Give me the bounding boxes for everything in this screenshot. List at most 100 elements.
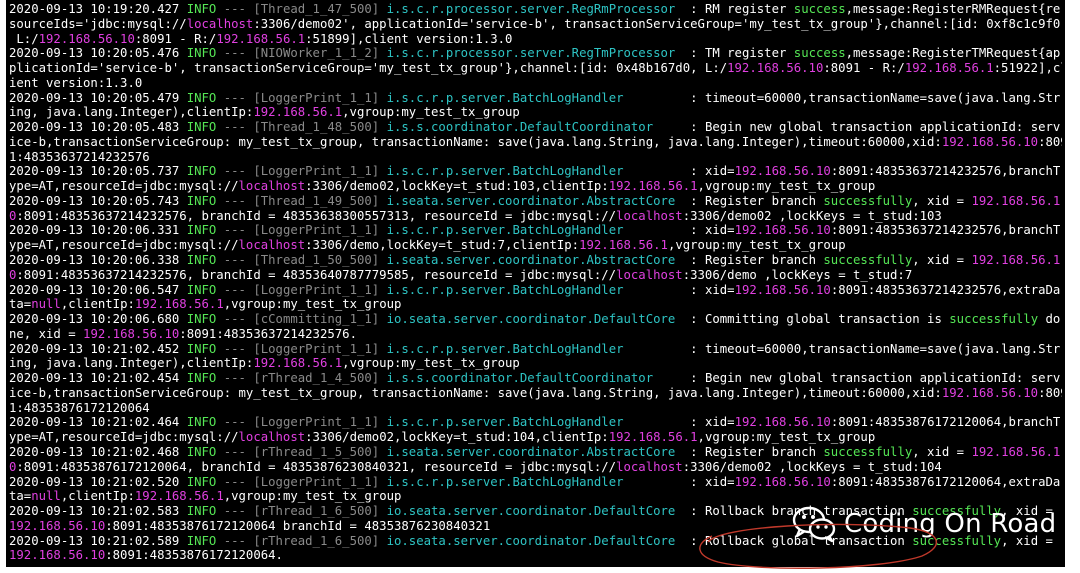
- log-message: :8091:48353637214232576, branchId = 4835…: [16, 267, 617, 282]
- log-highlight: 192.168.56.1: [971, 444, 1061, 459]
- log-highlight: 192.168.56.1: [579, 238, 668, 253]
- log-timestamp: 2020-09-13 10:20:05.743: [9, 193, 187, 208]
- log-success-text: success: [793, 2, 846, 16]
- log-highlight: 192.168.56.10: [734, 164, 831, 179]
- log-level: INFO: [186, 223, 217, 238]
- log-highlight: 192.168.56.1: [608, 430, 698, 445]
- log-line: ta=null,clientIp:192.168.56.1,vgroup:my_…: [9, 489, 1062, 504]
- log-line: sourceIds='jdbc:mysql://localhost:3306/d…: [9, 17, 1062, 32]
- log-message: ient version:1.3.0: [9, 75, 143, 90]
- log-line: 2020-09-13 10:20:05.476 INFO --- [NIOWor…: [9, 46, 1062, 61]
- log-highlight: 192.168.56.1: [216, 31, 306, 46]
- log-line: 2020-09-13 10:21:02.468 INFO --- [rThrea…: [9, 445, 1062, 460]
- log-timestamp: 2020-09-13 10:20:06.338: [9, 253, 187, 268]
- log-thread: --- [cCommitting_1_1]: [216, 312, 387, 327]
- log-logger-class: i.s.c.r.p.server.BatchLogHandler: [386, 282, 624, 297]
- log-line: 0:8091:48353637214232576, branchId = 483…: [9, 209, 1062, 224]
- log-line: 1:48353876172120064: [9, 401, 1062, 416]
- log-message: :8091 - R:/: [823, 61, 905, 76]
- log-line: 192.168.56.10:8091:48353876172120064.: [9, 548, 1062, 563]
- log-highlight: 192.168.56.1: [253, 356, 343, 371]
- log-message: :8091:48353876172120064 branchId = 48353…: [105, 518, 491, 533]
- log-logger-class: i.s.s.coordinator.DefaultCoordinator: [386, 120, 654, 135]
- log-logger-class: i.seata.server.coordinator.AbstractCore: [386, 444, 676, 459]
- log-message: :8091:48353637214232576.: [179, 326, 357, 341]
- log-thread: --- [rThread_1_6_500]: [216, 533, 387, 548]
- log-message: : timeout=60000,transactionName=save(jav…: [623, 341, 1061, 356]
- log-level: INFO: [186, 415, 217, 430]
- log-message: :8091 - R:/: [134, 31, 217, 46]
- log-message: ype=AT,resourceId=jdbc:mysql://: [9, 179, 239, 194]
- log-line: plicationId='service-b', transactionServ…: [9, 61, 1062, 76]
- log-level: INFO: [186, 2, 217, 16]
- log-logger-class: i.s.c.r.p.server.BatchLogHandler: [386, 223, 624, 238]
- log-message: : Begin new global transaction applicati…: [653, 120, 1061, 135]
- log-line: ice-b,transactionServiceGroup: my_test_t…: [9, 135, 1062, 150]
- log-line: 2020-09-13 10:20:06.680 INFO --- [cCommi…: [9, 312, 1062, 327]
- log-logger-class: io.seata.server.coordinator.DefaultCore: [386, 312, 676, 327]
- log-timestamp: 2020-09-13 10:20:05.479: [9, 90, 187, 105]
- log-message: : Committing global transaction is: [675, 312, 950, 327]
- log-message: :51899],client version:1.3.0: [305, 31, 513, 46]
- log-message: :3306/demo02,lockKey=t_stud:104,clientIp…: [305, 430, 609, 445]
- log-thread: --- [rThread_1_5_500]: [216, 444, 387, 459]
- terminal-output[interactable]: 2020-09-13 10:19:20.427 INFO --- [Thread…: [6, 0, 1065, 567]
- log-timestamp: 2020-09-13 10:21:02.452: [9, 341, 187, 356]
- log-highlight: 192.168.56.1: [253, 105, 343, 120]
- log-message: plicationId='service-b', transactionServ…: [9, 61, 728, 76]
- log-logger-class: i.s.c.r.p.server.BatchLogHandler: [386, 90, 624, 105]
- log-line: ient version:1.3.0: [9, 76, 1062, 91]
- log-highlight: localhost: [238, 430, 306, 445]
- log-line: 2020-09-13 10:19:20.427 INFO --- [Thread…: [9, 2, 1062, 17]
- log-message: :8091:48353876172120064,branchT: [830, 415, 1061, 430]
- log-thread: --- [Thread_1_47_500]: [216, 2, 387, 16]
- log-line: 2020-09-13 10:20:06.338 INFO --- [Thread…: [9, 253, 1062, 268]
- log-message: ,vgroup:my_test_tx_group: [223, 297, 402, 312]
- log-success-text: successfully: [823, 193, 913, 208]
- log-message: , xid =: [912, 444, 972, 459]
- log-highlight: localhost: [616, 267, 683, 282]
- log-message: : Register branch: [675, 253, 824, 268]
- log-timestamp: 2020-09-13 10:20:06.547: [9, 282, 187, 297]
- log-timestamp: 2020-09-13 10:20:06.331: [9, 223, 187, 238]
- log-message: :3306/demo02 ,lockKeys = t_stud:103: [682, 208, 942, 223]
- log-level: INFO: [186, 371, 217, 386]
- log-line: ing, java.lang.Integer),clientIp:192.168…: [9, 356, 1062, 371]
- log-logger-class: i.s.c.r.p.server.BatchLogHandler: [386, 341, 624, 356]
- log-message: :8091:48353637214232576,extraDa: [830, 282, 1061, 297]
- log-timestamp: 2020-09-13 10:21:02.454: [9, 371, 187, 386]
- log-highlight: 192.168.56.10: [38, 31, 135, 46]
- log-message: :3306/demo02 ,lockKeys = t_stud:104: [682, 459, 942, 474]
- log-logger-class: i.seata.server.coordinator.AbstractCore: [386, 193, 676, 208]
- log-logger-class: i.s.c.r.processor.server.RegRmProcessor: [386, 2, 676, 16]
- log-timestamp: 2020-09-13 10:21:02.468: [9, 444, 187, 459]
- log-message: ice-b,transactionServiceGroup: my_test_t…: [9, 134, 942, 149]
- log-line: 2020-09-13 10:21:02.452 INFO --- [Logger…: [9, 342, 1062, 357]
- log-thread: --- [LoggerPrint_1_1]: [216, 223, 387, 238]
- log-timestamp: 2020-09-13 10:20:06.680: [9, 312, 187, 327]
- log-thread: --- [NIOWorker_1_1_2]: [216, 46, 387, 61]
- log-thread: --- [LoggerPrint_1_1]: [216, 415, 387, 430]
- log-highlight: 192.168.56.1: [134, 489, 224, 504]
- log-line: 2020-09-13 10:20:06.331 INFO --- [Logger…: [9, 223, 1062, 238]
- log-line: 2020-09-13 10:20:05.743 INFO --- [Thread…: [9, 194, 1062, 209]
- log-message: : xid=: [623, 474, 735, 489]
- log-message: :3306/demo02', applicationId='service-b'…: [253, 16, 1062, 31]
- log-highlight: 192.168.56.10: [9, 518, 106, 533]
- log-highlight: localhost: [186, 16, 254, 31]
- log-message: ,vgroup:my_test_tx_group: [697, 179, 876, 194]
- log-message: : Register branch: [675, 193, 824, 208]
- log-timestamp: 2020-09-13 10:21:02.583: [9, 504, 187, 519]
- log-highlight: 192.168.56.1: [134, 297, 224, 312]
- log-highlight: 192.168.56.1: [971, 193, 1061, 208]
- log-thread: --- [Thread_1_48_500]: [216, 120, 387, 135]
- log-timestamp: 2020-09-13 10:21:02.464: [9, 415, 187, 430]
- log-thread: --- [LoggerPrint_1_1]: [216, 282, 387, 297]
- log-highlight: localhost: [616, 459, 683, 474]
- log-highlight: 192.168.56.1: [608, 179, 698, 194]
- log-level: INFO: [186, 341, 217, 356]
- log-success-text: successfully: [949, 312, 1039, 327]
- log-line: 2020-09-13 10:20:05.479 INFO --- [Logger…: [9, 91, 1062, 106]
- log-logger-class: io.seata.server.coordinator.DefaultCore: [386, 504, 676, 519]
- log-highlight: null: [31, 297, 61, 312]
